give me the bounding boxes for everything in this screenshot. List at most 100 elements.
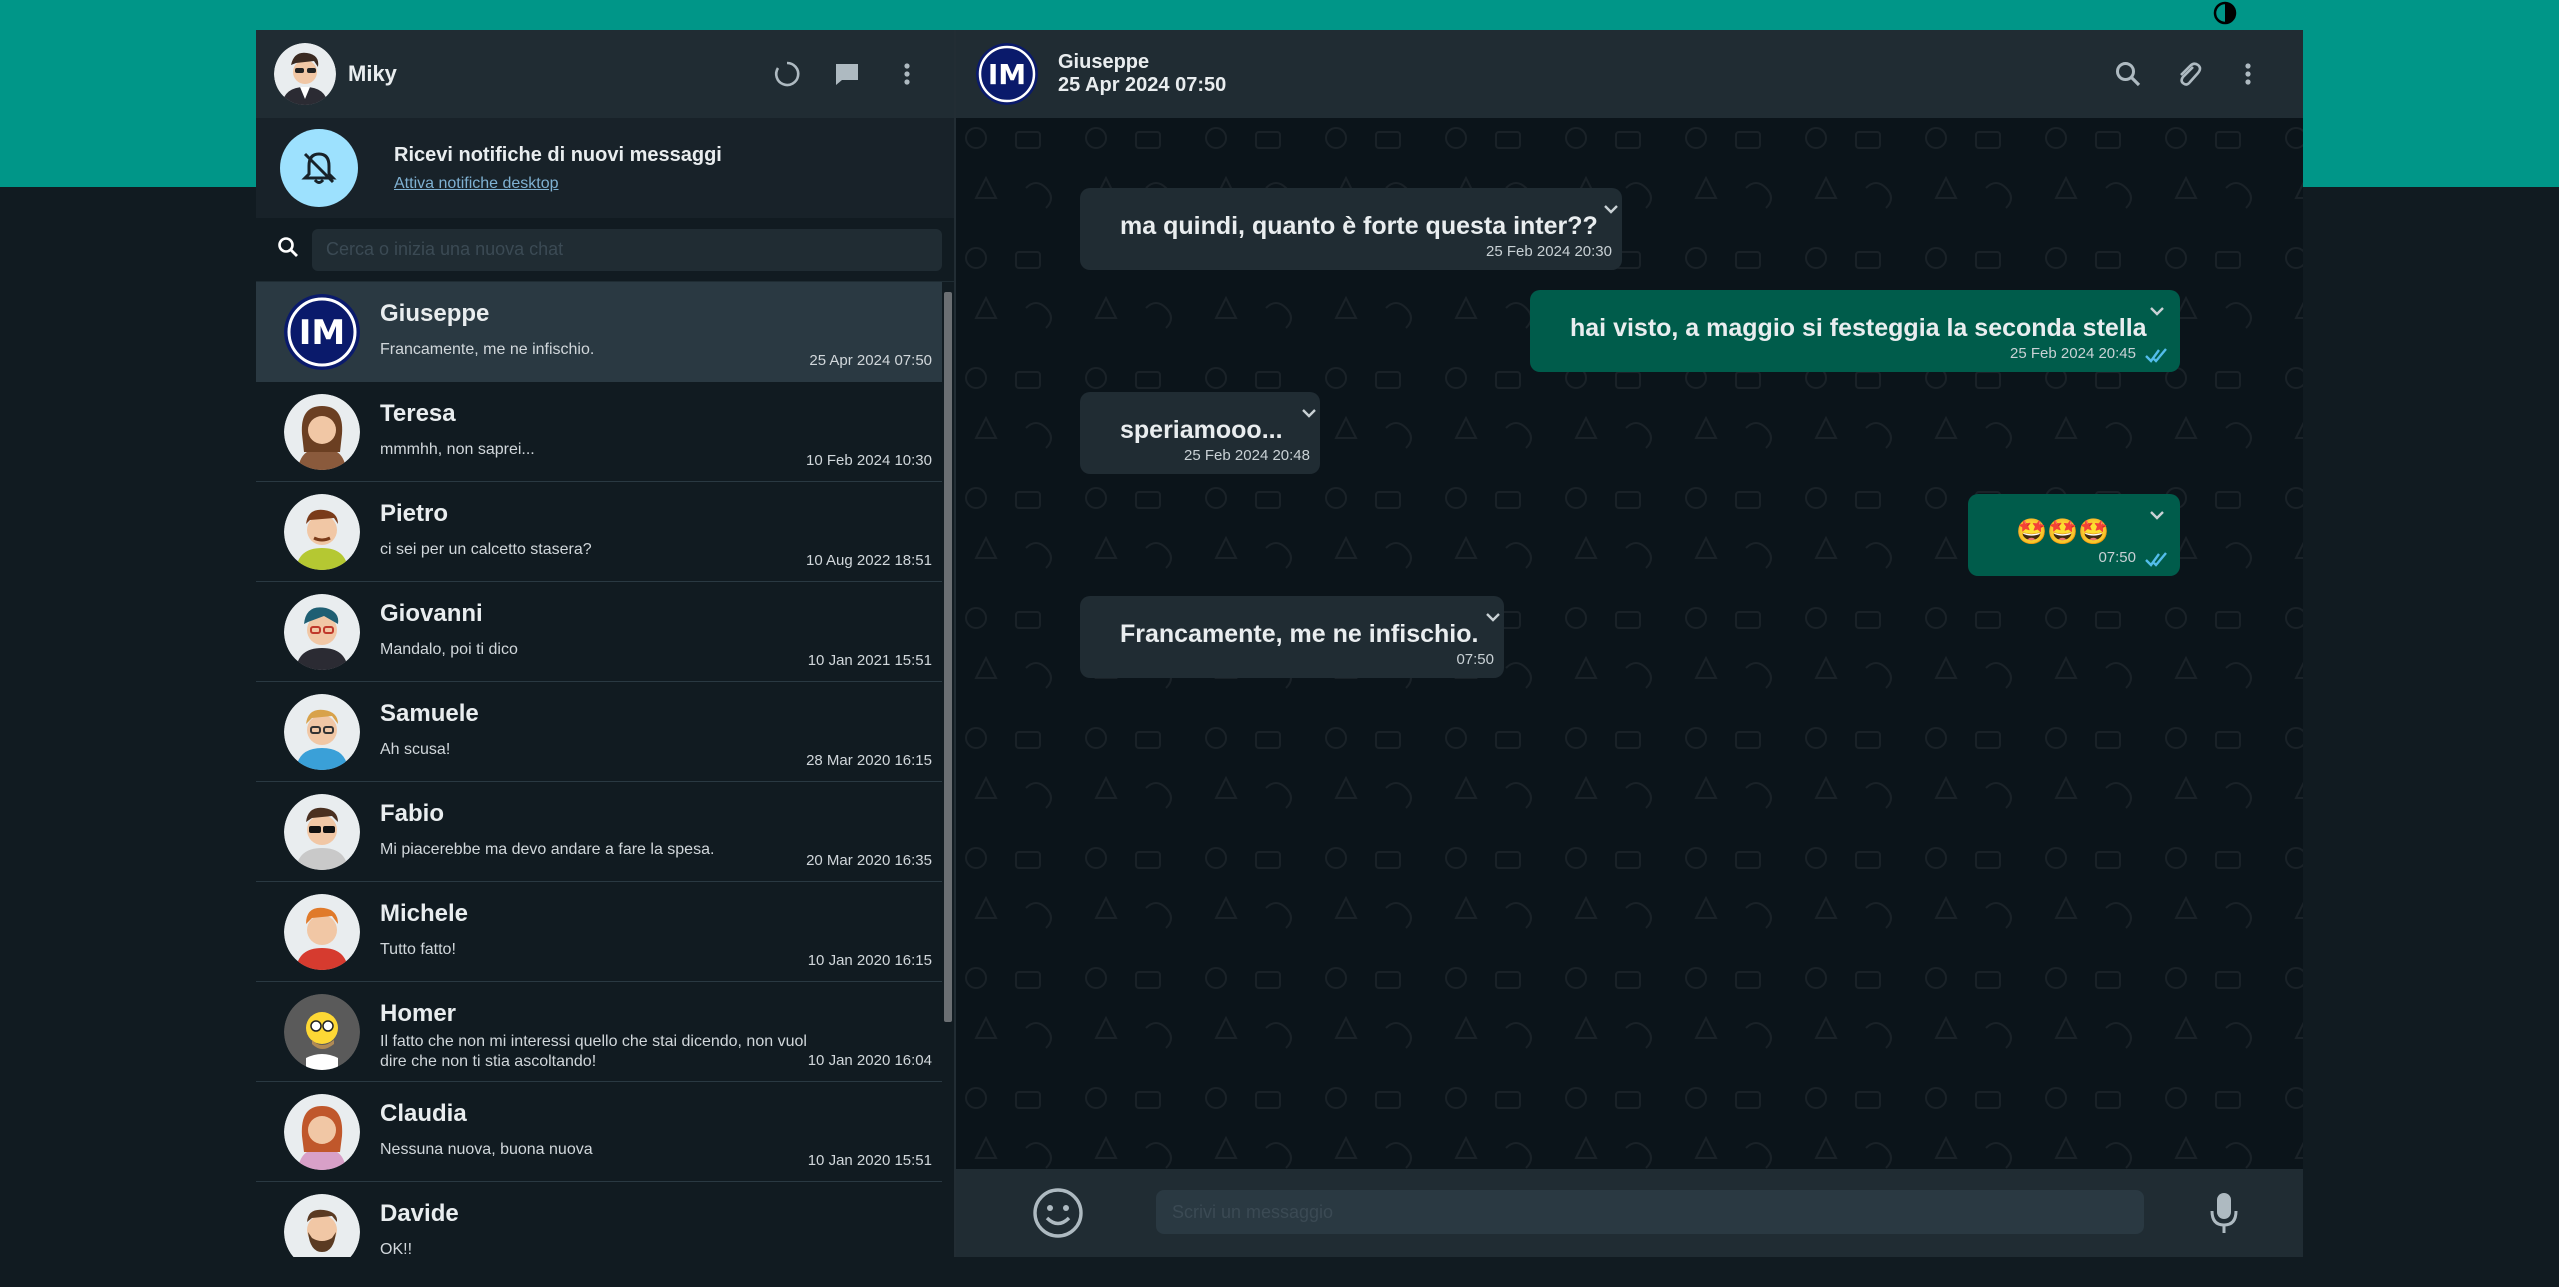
davide-avatar	[284, 1193, 360, 1257]
chat-item-claudia[interactable]: Claudia Nessuna nuova, buona nuova 10 Ja…	[256, 1082, 942, 1182]
notification-banner: Ricevi notifiche di nuovi messaggi Attiv…	[256, 118, 954, 218]
chat-item-pietro[interactable]: Pietro ci sei per un calcetto stasera? 1…	[256, 482, 942, 582]
chat-preview: Il fatto che non mi interessi quello che…	[380, 1033, 807, 1070]
message-text: ma quindi, quanto è forte questa inter??	[1120, 212, 1598, 240]
message-incoming[interactable]: ma quindi, quanto è forte questa inter??…	[1080, 188, 1622, 270]
chat-time: 20 Mar 2020 16:35	[806, 852, 932, 869]
homer-avatar	[284, 993, 360, 1070]
message-time: 25 Feb 2024 20:45	[2010, 345, 2136, 362]
message-time: 07:50	[1456, 651, 1494, 668]
sidebar-header: Miky	[256, 30, 954, 118]
giovanni-avatar	[284, 593, 360, 670]
chat-item-teresa[interactable]: Teresa mmmhh, non saprei... 10 Feb 2024 …	[256, 382, 942, 482]
chat-time: 10 Jan 2021 15:51	[807, 652, 932, 669]
contrast-icon[interactable]	[2212, 0, 2238, 26]
chevron-down-icon[interactable]	[1600, 198, 1622, 220]
contact-name: Giuseppe	[1058, 51, 1150, 73]
search-bar	[256, 218, 954, 282]
message-text: hai visto, a maggio si festeggia la seco…	[1570, 314, 2147, 342]
message-time: 07:50	[2098, 549, 2136, 566]
menu-dots-icon[interactable]	[892, 59, 922, 89]
message-outgoing[interactable]: 🤩🤩🤩 07:50	[1968, 494, 2180, 576]
enable-notifications-link[interactable]: Attiva notifiche desktop	[394, 175, 559, 193]
chat-item-davide[interactable]: Davide OK!!	[256, 1182, 942, 1257]
search-icon	[276, 235, 300, 264]
message-text: Francamente, me ne infischio.	[1120, 620, 1479, 648]
attach-icon[interactable]	[2173, 59, 2203, 89]
chat-time: 10 Jan 2020 15:51	[807, 1152, 932, 1169]
chat-preview: Ah scusa!	[380, 741, 451, 758]
emoji-icon[interactable]	[1030, 1185, 1086, 1241]
chat-name: Michele	[380, 900, 469, 927]
chat-time: 10 Feb 2024 10:30	[806, 452, 932, 469]
chat-item-michele[interactable]: Michele Tutto fatto! 10 Jan 2020 16:15	[256, 882, 942, 982]
message-text: speriamooo...	[1120, 416, 1283, 444]
chat-name: Homer	[380, 1000, 457, 1027]
new-chat-icon[interactable]	[832, 59, 862, 89]
contact-last-seen: 25 Apr 2024 07:50	[1058, 74, 1227, 96]
chat-name: Pietro	[380, 500, 449, 527]
chat-name: Giovanni	[380, 600, 483, 627]
double-check-icon	[2145, 552, 2167, 567]
message-time: 25 Feb 2024 20:48	[1184, 447, 1310, 464]
user-name: Miky	[348, 61, 397, 86]
double-check-icon	[2145, 348, 2167, 363]
chat-list-scrollbar[interactable]	[942, 282, 954, 1257]
status-icon[interactable]	[772, 59, 802, 89]
user-avatar[interactable]	[274, 43, 336, 105]
message-incoming[interactable]: Francamente, me ne infischio. 07:50	[1080, 596, 1504, 678]
search-input[interactable]	[312, 228, 942, 271]
chevron-down-icon[interactable]	[1482, 606, 1504, 628]
chat-preview: mmmhh, non saprei...	[380, 441, 535, 458]
notification-title: Ricevi notifiche di nuovi messaggi	[394, 143, 722, 166]
chat-item-samuele[interactable]: Samuele Ah scusa! 28 Mar 2020 16:15	[256, 682, 942, 782]
message-input[interactable]	[1156, 1190, 2144, 1234]
chat-preview: OK!!	[380, 1241, 413, 1257]
chat-time: 25 Apr 2024 07:50	[809, 352, 932, 369]
chat-preview: Tutto fatto!	[380, 941, 456, 958]
message-area: ma quindi, quanto è forte questa inter??…	[956, 118, 2303, 1169]
chat-name: Claudia	[380, 1100, 467, 1127]
bell-off-icon	[280, 129, 358, 207]
chat-preview: ci sei per un calcetto stasera?	[380, 541, 592, 558]
fabio-avatar	[284, 793, 360, 870]
message-incoming[interactable]: speriamooo... 25 Feb 2024 20:48	[1080, 392, 1320, 474]
chat-time: 28 Mar 2020 16:15	[806, 752, 932, 769]
message-text: 🤩🤩🤩	[2016, 518, 2110, 546]
claudia-avatar	[284, 1093, 360, 1170]
search-icon[interactable]	[2113, 59, 2143, 89]
pietro-avatar	[284, 493, 360, 570]
conversation-header: IM Giuseppe 25 Apr 2024 07:50	[956, 30, 2303, 118]
chat-preview: Mandalo, poi ti dico	[380, 641, 518, 658]
chat-preview: Francamente, me ne infischio.	[380, 341, 595, 358]
inter-logo-avatar: IM	[284, 293, 360, 370]
chat-item-giuseppe[interactable]: IM Giuseppe Francamente, me ne infischio…	[256, 282, 942, 382]
chat-name: Fabio	[380, 800, 444, 827]
chat-item-homer[interactable]: Homer Il fatto che non mi interessi quel…	[256, 982, 942, 1082]
svg-text:IM: IM	[988, 58, 1026, 91]
chat-item-giovanni[interactable]: Giovanni Mandalo, poi ti dico 10 Jan 202…	[256, 582, 942, 682]
chat-preview: Mi piacerebbe ma devo andare a fare la s…	[380, 841, 715, 858]
contact-info[interactable]: Giuseppe 25 Apr 2024 07:50	[1058, 51, 2113, 97]
mic-icon[interactable]	[2206, 1189, 2242, 1237]
contact-avatar[interactable]: IM	[976, 43, 1038, 105]
samuele-avatar	[284, 693, 360, 770]
message-time: 25 Feb 2024 20:30	[1486, 243, 1612, 260]
chat-time: 10 Jan 2020 16:15	[807, 952, 932, 969]
chat-item-fabio[interactable]: Fabio Mi piacerebbe ma devo andare a far…	[256, 782, 942, 882]
menu-dots-icon[interactable]	[2233, 59, 2263, 89]
chevron-down-icon[interactable]	[2146, 504, 2168, 526]
chat-time: 10 Aug 2022 18:51	[806, 552, 932, 569]
chevron-down-icon[interactable]	[1298, 402, 1320, 424]
scroll-thumb[interactable]	[944, 292, 952, 1022]
teresa-avatar	[284, 393, 360, 470]
message-outgoing[interactable]: hai visto, a maggio si festeggia la seco…	[1530, 290, 2180, 372]
chat-preview: Nessuna nuova, buona nuova	[380, 1141, 593, 1158]
michele-avatar	[284, 893, 360, 970]
sidebar: Miky Ricevi notifiche di nuovi messaggi …	[256, 30, 956, 1257]
svg-text:IM: IM	[299, 313, 345, 353]
chat-name: Samuele	[380, 700, 479, 727]
chevron-down-icon[interactable]	[2146, 300, 2168, 322]
chat-name: Teresa	[380, 400, 456, 427]
chat-list: IM Giuseppe Francamente, me ne infischio…	[256, 282, 942, 1257]
